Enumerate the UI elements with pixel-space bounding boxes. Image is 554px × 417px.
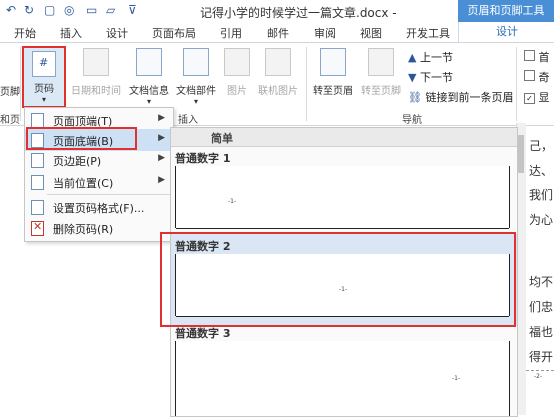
doc-parts-button[interactable]: 文档部件 ▾ <box>173 48 219 106</box>
menu-item-page-margins[interactable]: 页边距(P) ▶ <box>25 149 173 171</box>
checkbox-icon <box>524 70 535 81</box>
tab-layout[interactable]: 页面布局 <box>152 25 196 41</box>
delete-page-number-icon: ✕ <box>31 220 44 236</box>
picture-button[interactable]: 图片 <box>222 48 252 97</box>
redo-icon[interactable]: ↻ <box>24 3 34 17</box>
goto-header-icon <box>320 48 346 76</box>
page-number-button[interactable]: # 页码 ▾ <box>22 46 66 108</box>
open-folder-icon[interactable]: ▱ <box>106 3 115 17</box>
picture-icon <box>224 48 250 76</box>
chevron-right-icon: ▶ <box>158 153 165 163</box>
gallery-item-plain-number-3[interactable]: -1- <box>175 341 510 416</box>
new-doc-icon[interactable]: ▭ <box>86 3 97 17</box>
scrollbar-thumb[interactable] <box>517 135 524 173</box>
link-previous-button[interactable]: ⛓ 链接到前一条页眉 <box>408 89 513 105</box>
show-document-text-checkbox[interactable]: ✓ 显 <box>524 89 550 105</box>
gallery-item-label: 普通数字 1 <box>175 152 231 165</box>
sample-page-number: -1- <box>228 198 237 205</box>
current-position-icon <box>31 175 44 190</box>
chevron-right-icon: ▶ <box>158 133 165 143</box>
chevron-down-icon: ▾ <box>41 95 46 104</box>
tab-header-footer-design[interactable]: 设计 <box>458 22 554 42</box>
tab-insert[interactable]: 插入 <box>60 25 82 41</box>
chevron-right-icon: ▶ <box>158 113 165 123</box>
page-margin-icon <box>31 153 44 168</box>
sample-page-number: -1- <box>452 375 461 382</box>
tab-design-doc[interactable]: 设计 <box>106 25 128 41</box>
gallery-item-label: 普通数字 3 <box>175 327 231 340</box>
prev-section-button[interactable]: ▲ 上一节 <box>408 49 453 65</box>
goto-footer-icon <box>368 48 394 76</box>
gallery-item-plain-number-1[interactable]: -1- <box>175 166 510 229</box>
tab-references[interactable]: 引用 <box>220 25 242 41</box>
doc-text-line: 己， <box>529 139 554 153</box>
tab-developer[interactable]: 开发工具 <box>406 25 450 41</box>
arrow-down-icon: ▼ <box>408 71 417 84</box>
title-bar: ↶ ↻ ▢ ◎ ▭ ▱ ⊽ 记得小学的时候学过一篇文章.docx - Word … <box>0 0 554 35</box>
page-number-icon: # <box>32 51 56 77</box>
undo-icon[interactable]: ↶ <box>6 3 16 17</box>
group-label-header-footer: 和页 <box>0 115 20 126</box>
group-label-insert: 插入 <box>178 115 198 126</box>
header-footer-tools-label: 页眉和页脚工具 <box>458 0 554 22</box>
doc-text-line: 达、 <box>529 164 554 178</box>
customize-qat-icon[interactable]: ⊽ <box>128 3 137 17</box>
group-separator <box>306 47 307 121</box>
doc-text-line: 为心 <box>529 213 554 227</box>
doc-text-line: 均不 <box>529 275 554 289</box>
print-preview-icon[interactable]: ◎ <box>64 3 74 17</box>
online-picture-icon <box>265 48 291 76</box>
checkmark-icon: ✓ <box>524 93 535 104</box>
tab-mailings[interactable]: 邮件 <box>267 25 289 41</box>
chevron-right-icon: ▶ <box>158 175 165 185</box>
footer-button-cut[interactable]: 页脚 <box>0 83 20 98</box>
group-label-navigation: 导航 <box>402 115 422 126</box>
doc-text-line: 得开 <box>529 350 554 364</box>
odd-even-different-checkbox[interactable]: 奇 <box>524 69 550 85</box>
group-separator <box>20 47 21 121</box>
format-page-number-icon <box>31 200 44 215</box>
arrow-up-icon: ▲ <box>408 51 417 64</box>
chevron-down-icon: ▾ <box>146 97 151 106</box>
doc-text-line: 我们 <box>529 188 554 202</box>
doc-info-button[interactable]: 文档信息 ▾ <box>126 48 172 106</box>
menu-item-remove-page-numbers[interactable]: ✕ 删除页码(R) <box>25 217 173 239</box>
chevron-down-icon: ▾ <box>193 97 198 106</box>
save-icon[interactable]: ▢ <box>44 3 55 17</box>
menu-item-current-position[interactable]: 当前位置(C) ▶ <box>25 171 173 193</box>
online-picture-button[interactable]: 联机图片 <box>254 48 302 97</box>
footer-boundary <box>526 370 554 371</box>
tab-home[interactable]: 开始 <box>14 25 36 41</box>
plain-number-2-highlight-box <box>160 232 516 327</box>
checkbox-icon <box>524 50 535 61</box>
footer-page-number: -2- <box>534 373 543 380</box>
tab-review[interactable]: 审阅 <box>314 25 336 41</box>
page-number-label: 页码 <box>34 84 54 95</box>
menu-item-format-page-numbers[interactable]: 设置页码格式(F)... <box>25 196 173 218</box>
group-separator <box>516 47 517 121</box>
document-info-icon <box>136 48 162 76</box>
gallery-category-header: 简单 <box>171 128 517 147</box>
calendar-icon <box>83 48 109 76</box>
page-top-icon <box>31 113 44 128</box>
first-page-different-checkbox[interactable]: 首 <box>524 49 550 65</box>
doc-text-line: 们忠 <box>529 300 554 314</box>
bottom-of-page-highlight-box <box>26 127 137 150</box>
link-icon: ⛓ <box>408 91 422 104</box>
date-time-button[interactable]: 日期和时间 <box>68 48 124 97</box>
goto-footer-button[interactable]: 转至页脚 <box>358 48 404 97</box>
quick-parts-icon <box>183 48 209 76</box>
ribbon-tabs: 开始 插入 设计 页面布局 引用 邮件 审阅 视图 开发工具 设计 <box>0 22 554 42</box>
tab-view[interactable]: 视图 <box>360 25 382 41</box>
doc-text-line: 福也 <box>529 325 554 339</box>
next-section-button[interactable]: ▼ 下一节 <box>408 69 453 85</box>
menu-separator <box>47 194 171 195</box>
page-edge <box>176 228 509 229</box>
goto-header-button[interactable]: 转至页眉 <box>310 48 356 97</box>
